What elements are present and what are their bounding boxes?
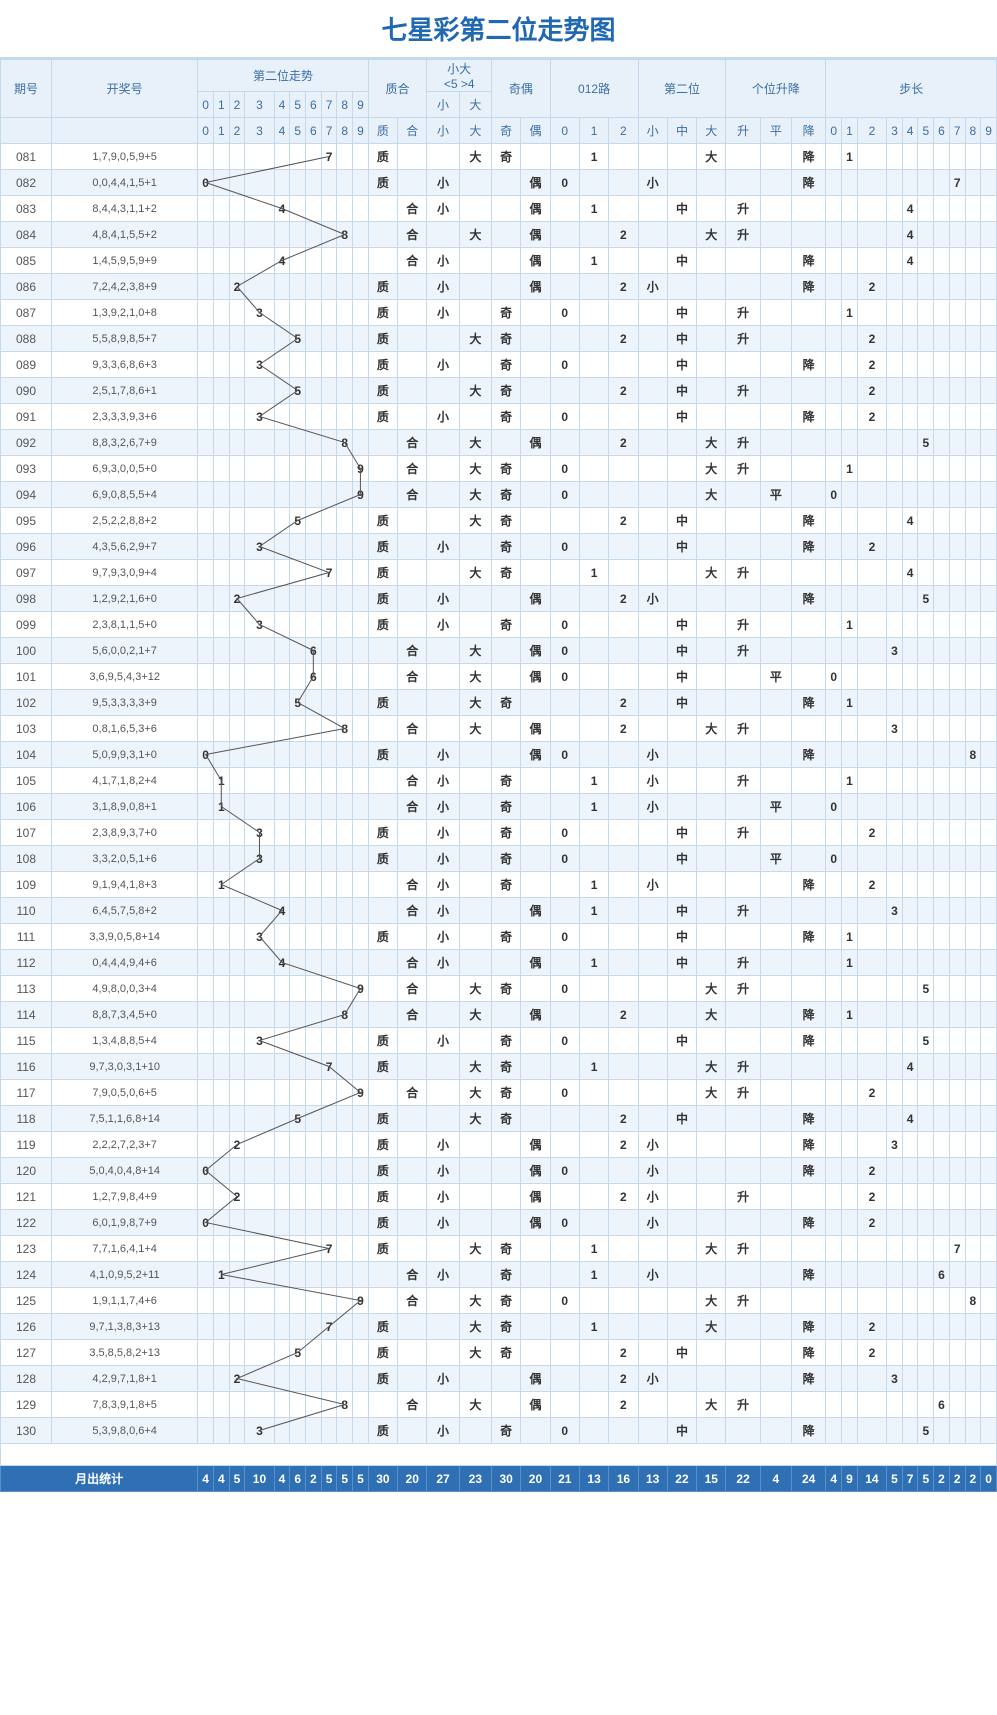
table-row: 0928,8,3,2,6,7+98合大偶2大升5 (1, 430, 997, 456)
table-row: 0902,5,1,7,8,6+15质大奇2中升2 (1, 378, 997, 404)
table-row: 1237,7,1,6,4,1+47质大奇1大升7 (1, 1236, 997, 1262)
table-row: 1205,0,4,0,4,8+140质小偶0小降2 (1, 1158, 997, 1184)
table-row: 0820,0,4,4,1,5+10质小偶0小降7 (1, 170, 997, 196)
table-row: 0838,4,4,3,1,1+24合小偶1中升4 (1, 196, 997, 222)
stats-row: 月出统计445104625553020272330202113161322152… (1, 1466, 997, 1492)
table-row: 1134,9,8,0,0,3+49合大奇0大升5 (1, 976, 997, 1002)
table-row: 1169,7,3,0,3,1+107质大奇1大升4 (1, 1054, 997, 1080)
table-row: 1284,2,9,7,1,8+12质小偶2小降3 (1, 1366, 997, 1392)
table-row: 1120,4,4,4,9,4+64合小偶1中升1 (1, 950, 997, 976)
table-row: 1106,4,5,7,5,8+24合小偶1中升3 (1, 898, 997, 924)
table-row: 0867,2,4,2,3,8+92质小偶2小降2 (1, 274, 997, 300)
table-row: 0844,8,4,1,5,5+28合大偶2大升4 (1, 222, 997, 248)
table-row: 1113,3,9,0,5,8+143质小奇0中降1 (1, 924, 997, 950)
table-row: 1063,1,8,9,0,8+11合小奇1小平0 (1, 794, 997, 820)
table-row: 1297,8,3,9,1,8+58合大偶2大升6 (1, 1392, 997, 1418)
table-row: 1273,5,8,5,8,2+135质大奇2中降2 (1, 1340, 997, 1366)
table-row: 0912,3,3,3,9,3+63质小奇0中降2 (1, 404, 997, 430)
table-row: 1244,1,0,9,5,2+111合小奇1小降6 (1, 1262, 997, 1288)
table-row: 1013,6,9,5,4,3+126合大偶0中平0 (1, 664, 997, 690)
table-row: 1054,1,7,1,8,2+41合小奇1小升1 (1, 768, 997, 794)
table-row: 1083,3,2,0,5,1+63质小奇0中平0 (1, 846, 997, 872)
table-row: 1151,3,4,8,8,5+43质小奇0中降5 (1, 1028, 997, 1054)
table-row: 1211,2,7,9,8,4+92质小偶2小升2 (1, 1184, 997, 1210)
table-row: 1192,2,2,7,2,3+72质小偶2小降3 (1, 1132, 997, 1158)
page-title: 七星彩第二位走势图 (0, 0, 997, 59)
table-row: 0979,7,9,3,0,9+47质大奇1大升4 (1, 560, 997, 586)
table-row: 0946,9,0,8,5,5+49合大奇0大平0 (1, 482, 997, 508)
table-row: 1148,8,7,3,4,5+08合大偶2大降1 (1, 1002, 997, 1028)
table-row: 1072,3,8,9,3,7+03质小奇0中升2 (1, 820, 997, 846)
table-row: 0899,3,3,6,8,6+33质小奇0中降2 (1, 352, 997, 378)
table-row: 1045,0,9,9,3,1+00质小偶0小降8 (1, 742, 997, 768)
table-row: 0851,4,5,9,5,9+94合小偶1中降4 (1, 248, 997, 274)
table-row: 1305,3,9,8,0,6+43质小奇0中降5 (1, 1418, 997, 1444)
table-row: 0992,3,8,1,1,5+03质小奇0中升1 (1, 612, 997, 638)
table-row: 0885,5,8,9,8,5+75质大奇2中升2 (1, 326, 997, 352)
table-row: 1226,0,1,9,8,7+90质小偶0小降2 (1, 1210, 997, 1236)
table-row: 0952,5,2,2,8,8+25质大奇2中降4 (1, 508, 997, 534)
table-row: 1029,5,3,3,3,3+95质大奇2中降1 (1, 690, 997, 716)
table-row: 1187,5,1,1,6,8+145质大奇2中降4 (1, 1106, 997, 1132)
table-row: 1251,9,1,1,7,4+69合大奇0大升8 (1, 1288, 997, 1314)
table-row: 1005,6,0,0,2,1+76合大偶0中升3 (1, 638, 997, 664)
table-row: 0964,3,5,6,2,9+73质小奇0中降2 (1, 534, 997, 560)
table-row: 1269,7,1,3,8,3+137质大奇1大降2 (1, 1314, 997, 1340)
table-row: 0981,2,9,2,1,6+02质小偶2小降5 (1, 586, 997, 612)
table-row: 0811,7,9,0,5,9+57质大奇1大降1 (1, 144, 997, 170)
table-row: 0936,9,3,0,0,5+09合大奇0大升1 (1, 456, 997, 482)
trend-table: 期号开奖号第二位走势质合小大<5 >4奇偶012路第二位个位升降步长012345… (0, 59, 997, 1492)
table-row: 0871,3,9,2,1,0+83质小奇0中升1 (1, 300, 997, 326)
table-row: 1099,1,9,4,1,8+31合小奇1小降2 (1, 872, 997, 898)
table-row: 1030,8,1,6,5,3+68合大偶2大升3 (1, 716, 997, 742)
table-row: 1177,9,0,5,0,6+59合大奇0大升2 (1, 1080, 997, 1106)
